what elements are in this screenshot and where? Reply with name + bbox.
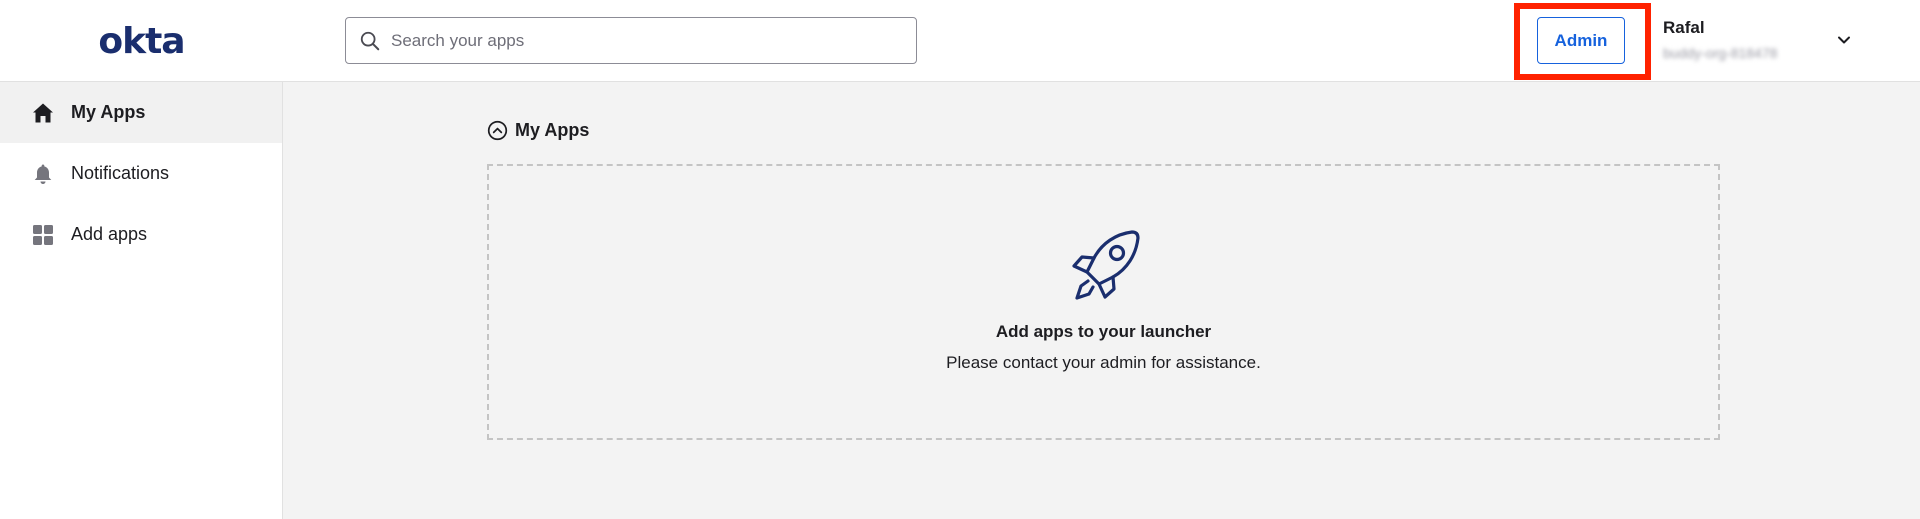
search-input[interactable]: [391, 30, 891, 51]
search-icon: [360, 31, 380, 50]
chevron-up-circle-icon: [487, 120, 508, 140]
okta-dashboard: okta Admin Rafal buddy-org-818478 My App…: [0, 0, 1920, 519]
sidebar-item-notifications[interactable]: Notifications: [0, 143, 282, 204]
empty-state-subtitle: Please contact your admin for assistance…: [946, 353, 1261, 372]
user-menu[interactable]: Rafal buddy-org-818478: [1663, 18, 1863, 66]
rocket-icon: [1072, 230, 1140, 300]
sidebar-item-label: My Apps: [71, 102, 146, 122]
sidebar-item-label: Notifications: [71, 163, 170, 183]
admin-button[interactable]: Admin: [1537, 17, 1625, 64]
home-icon: [33, 103, 53, 122]
bell-icon: [34, 164, 52, 184]
empty-state-title: Add apps to your launcher: [995, 322, 1212, 341]
user-name: Rafal: [1663, 18, 1705, 37]
okta-logo-text: okta: [98, 20, 185, 62]
sidebar-item-my-apps[interactable]: My Apps: [0, 82, 282, 143]
empty-state: Add apps to your launcher Please contact…: [487, 164, 1720, 440]
sidebar-item-label: Add apps: [71, 224, 148, 244]
sidebar: My Apps Notifications Add apps: [0, 82, 283, 519]
section-toggle[interactable]: My Apps: [487, 118, 589, 142]
logo[interactable]: okta: [0, 0, 283, 82]
search-field[interactable]: [345, 17, 917, 64]
section-title: My Apps: [515, 119, 590, 140]
main-content: My Apps Add apps to your launcher Please…: [283, 82, 1920, 519]
user-org: buddy-org-818478: [1663, 45, 1778, 61]
grid-icon: [33, 224, 53, 245]
sidebar-item-add-apps[interactable]: Add apps: [0, 204, 282, 265]
chevron-down-icon[interactable]: [1834, 30, 1854, 50]
top-bar: okta Admin Rafal buddy-org-818478: [0, 0, 1920, 82]
